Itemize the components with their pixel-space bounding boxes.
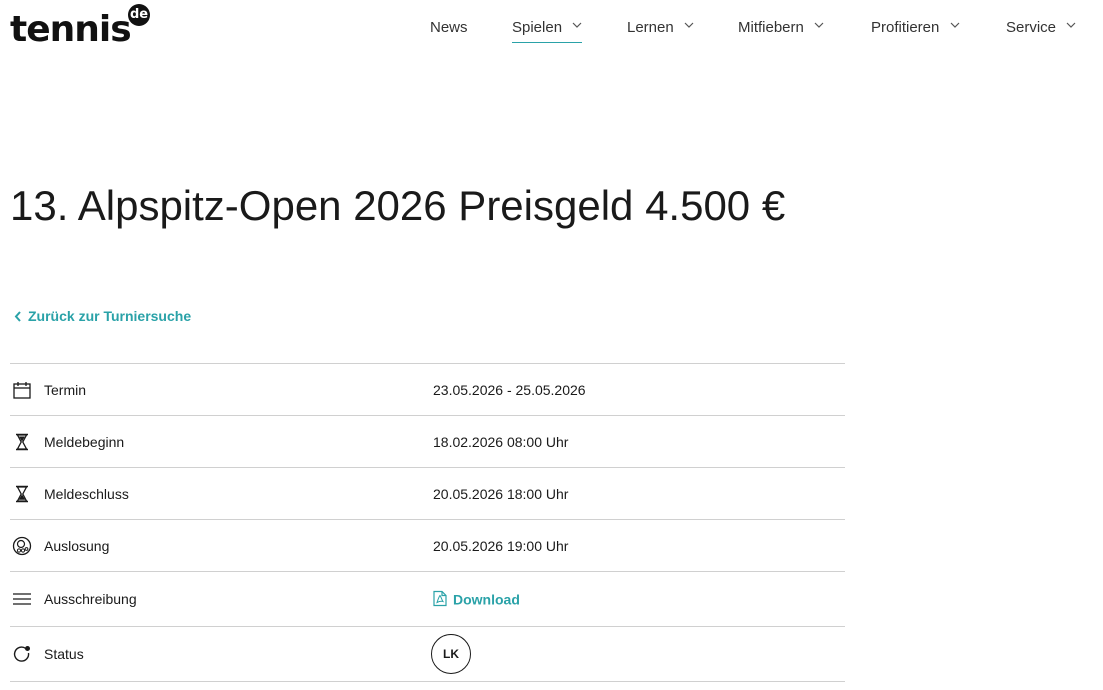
nav-item-label: Mitfiebern — [738, 19, 804, 36]
nav-item-lernen[interactable]: Lernen — [627, 18, 694, 42]
detail-label: Termin — [44, 381, 87, 398]
nav-item-label: Service — [1006, 19, 1057, 36]
menu-lines-icon — [13, 593, 31, 605]
chevron-down-icon — [684, 22, 694, 28]
detail-row-status: Status LK — [10, 626, 845, 682]
hourglass-start-icon — [16, 433, 28, 450]
nav-item-profitieren[interactable]: Profitieren — [871, 18, 960, 42]
site-header: tennis de News Spielen Lernen Mitfiebern… — [0, 0, 1103, 60]
chevron-down-icon — [950, 22, 959, 28]
detail-value: 20.05.2026 19:00 Uhr — [433, 537, 569, 554]
nav-item-label: Spielen — [512, 19, 563, 36]
nav-item-spielen[interactable]: Spielen — [512, 18, 583, 43]
pdf-file-icon — [433, 590, 447, 607]
nav-item-label: Lernen — [627, 19, 674, 36]
draw-icon — [12, 536, 32, 555]
back-to-search-link[interactable]: Zurück zur Turniersuche — [14, 306, 191, 326]
tournament-details-table: Termin 23.05.2026 - 25.05.2026 Meldebegi… — [10, 363, 845, 682]
download-link[interactable]: Download — [433, 590, 520, 608]
detail-value: 20.05.2026 18:00 Uhr — [433, 485, 569, 502]
detail-label: Auslosung — [44, 537, 110, 554]
detail-label: Meldeschluss — [44, 485, 129, 502]
nav-item-label: Profitieren — [871, 19, 940, 36]
detail-row-termin: Termin 23.05.2026 - 25.05.2026 — [10, 363, 845, 415]
detail-row-meldeschluss: Meldeschluss 20.05.2026 18:00 Uhr — [10, 467, 845, 519]
detail-label: Status — [44, 646, 84, 662]
chevron-down-icon — [1066, 22, 1076, 28]
nav-item-service[interactable]: Service — [1006, 18, 1076, 42]
lk-status-badge: LK — [431, 634, 471, 674]
nav-item-news[interactable]: News — [430, 18, 468, 42]
download-label: Download — [453, 591, 520, 608]
back-link-label: Zurück zur Turniersuche — [28, 308, 192, 324]
chevron-down-icon — [814, 22, 824, 28]
detail-label: Meldebeginn — [44, 433, 125, 450]
page-title: 13. Alpspitz-Open 2026 Preisgeld 4.500 € — [10, 182, 786, 229]
status-icon — [13, 646, 30, 662]
logo-text: tennis — [10, 9, 132, 50]
detail-row-meldebeginn: Meldebeginn 18.02.2026 08:00 Uhr — [10, 415, 845, 467]
detail-value: 23.05.2026 - 25.05.2026 — [433, 381, 586, 398]
detail-row-auslosung: Auslosung 20.05.2026 19:00 Uhr — [10, 519, 845, 571]
logo-badge: de — [128, 4, 150, 26]
chevron-left-icon — [14, 311, 21, 322]
calendar-icon — [13, 381, 31, 399]
nav-item-mitfiebern[interactable]: Mitfiebern — [738, 18, 824, 42]
nav-item-label: News — [430, 19, 468, 36]
detail-value: 18.02.2026 08:00 Uhr — [433, 433, 569, 450]
detail-label: Ausschreibung — [44, 591, 137, 607]
detail-row-ausschreibung: Ausschreibung Download — [10, 571, 845, 626]
hourglass-end-icon — [16, 485, 28, 502]
chevron-down-icon — [572, 22, 582, 28]
